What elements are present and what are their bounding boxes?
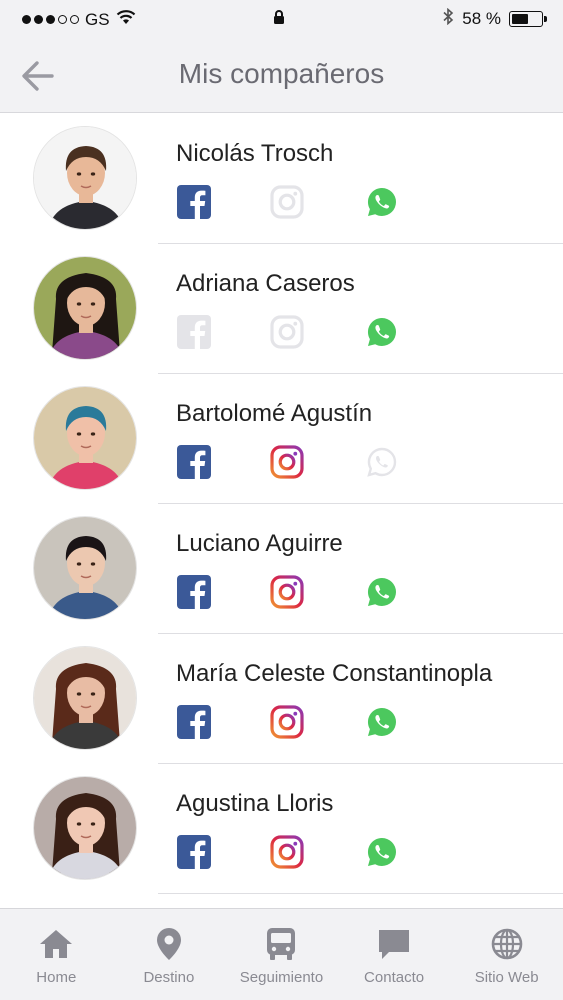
bluetooth-icon xyxy=(443,7,454,30)
tab-home[interactable]: Home xyxy=(0,909,113,1000)
battery-percentage: 58 % xyxy=(462,9,501,28)
classmate-row[interactable]: Nicolás Trosch xyxy=(0,114,563,244)
instagram-icon xyxy=(270,835,304,869)
avatar xyxy=(33,256,137,360)
status-bar: GS 58 % xyxy=(0,0,563,38)
battery-icon xyxy=(509,11,547,27)
tab-destino[interactable]: Destino xyxy=(113,909,226,1000)
carrier-name: GS xyxy=(85,9,110,29)
whatsapp-icon xyxy=(367,837,396,866)
person-photo xyxy=(34,387,136,489)
home-icon xyxy=(38,927,74,961)
facebook-button[interactable] xyxy=(176,704,212,740)
whatsapp-button[interactable] xyxy=(364,444,400,480)
whatsapp-button[interactable] xyxy=(364,704,400,740)
instagram-icon xyxy=(270,185,304,219)
social-links xyxy=(176,314,416,350)
instagram-button[interactable] xyxy=(269,184,305,220)
tab-label: Home xyxy=(36,969,77,986)
avatar xyxy=(33,126,137,230)
facebook-icon xyxy=(177,445,211,479)
classmate-name: Bartolomé Agustín xyxy=(176,400,373,427)
instagram-button[interactable] xyxy=(269,574,305,610)
classmates-list: Nicolás Trosch Adriana Caseros Bartolomé… xyxy=(0,114,563,894)
tab-label: Contacto xyxy=(364,969,425,986)
classmate-name: Luciano Aguirre xyxy=(176,530,343,557)
social-links xyxy=(176,444,416,480)
instagram-icon xyxy=(270,315,304,349)
avatar xyxy=(33,776,137,880)
avatar xyxy=(33,386,137,490)
facebook-button[interactable] xyxy=(176,834,212,870)
wifi-icon xyxy=(116,9,136,30)
classmate-row[interactable]: Luciano Aguirre xyxy=(0,504,563,634)
bus-icon xyxy=(266,927,296,961)
facebook-icon xyxy=(177,835,211,869)
classmate-row[interactable]: Adriana Caseros xyxy=(0,244,563,374)
facebook-icon xyxy=(177,705,211,739)
globe-icon xyxy=(491,927,523,961)
classmate-row[interactable]: Bartolomé Agustín xyxy=(0,374,563,504)
facebook-button[interactable] xyxy=(176,184,212,220)
whatsapp-button[interactable] xyxy=(364,834,400,870)
tab-label: Sitio Web xyxy=(474,969,539,986)
instagram-button[interactable] xyxy=(269,704,305,740)
instagram-icon xyxy=(270,575,304,609)
person-photo xyxy=(34,127,136,229)
person-photo xyxy=(34,777,136,879)
classmate-name: Nicolás Trosch xyxy=(176,140,334,167)
divider xyxy=(158,892,563,894)
tab-contacto[interactable]: Contacto xyxy=(338,909,451,1000)
whatsapp-icon xyxy=(367,577,396,606)
facebook-icon xyxy=(177,575,211,609)
social-links xyxy=(176,834,416,870)
avatar xyxy=(33,516,137,620)
whatsapp-icon xyxy=(367,317,396,346)
page-title: Mis compañeros xyxy=(178,58,385,89)
person-photo xyxy=(34,257,136,359)
social-links xyxy=(176,184,416,220)
avatar xyxy=(33,646,137,750)
instagram-button[interactable] xyxy=(269,834,305,870)
tab-sitio-web[interactable]: Sitio Web xyxy=(450,909,563,1000)
classmate-row[interactable]: María Celeste Constantinopla xyxy=(0,634,563,764)
classmate-name: Agustina Lloris xyxy=(176,790,334,817)
whatsapp-button[interactable] xyxy=(364,184,400,220)
facebook-button[interactable] xyxy=(176,444,212,480)
lock-icon xyxy=(273,10,285,30)
social-links xyxy=(176,704,416,740)
whatsapp-button[interactable] xyxy=(364,314,400,350)
navigation-bar: Mis compañeros xyxy=(0,38,563,113)
tab-bar: Home Destino Seguimiento Contacto Sitio Web xyxy=(0,908,563,1000)
map-pin-icon xyxy=(156,927,182,961)
whatsapp-icon xyxy=(367,187,396,216)
person-photo xyxy=(34,517,136,619)
instagram-button[interactable] xyxy=(269,314,305,350)
whatsapp-icon xyxy=(367,707,396,736)
whatsapp-icon xyxy=(367,447,397,477)
instagram-button[interactable] xyxy=(269,444,305,480)
instagram-icon xyxy=(270,705,304,739)
tab-label: Seguimiento xyxy=(239,969,324,986)
instagram-icon xyxy=(270,445,304,479)
facebook-button[interactable] xyxy=(176,574,212,610)
chat-bubble-icon xyxy=(377,927,411,961)
classmate-name: Adriana Caseros xyxy=(176,270,355,297)
social-links xyxy=(176,574,416,610)
classmate-name: María Celeste Constantinopla xyxy=(176,660,493,687)
classmate-row[interactable]: Agustina Lloris xyxy=(0,764,563,894)
facebook-icon xyxy=(177,315,211,349)
signal-strength-icon xyxy=(22,15,79,24)
tab-seguimiento[interactable]: Seguimiento xyxy=(225,909,338,1000)
person-photo xyxy=(34,647,136,749)
facebook-button[interactable] xyxy=(176,314,212,350)
tab-label: Destino xyxy=(143,969,195,986)
facebook-icon xyxy=(177,185,211,219)
whatsapp-button[interactable] xyxy=(364,574,400,610)
